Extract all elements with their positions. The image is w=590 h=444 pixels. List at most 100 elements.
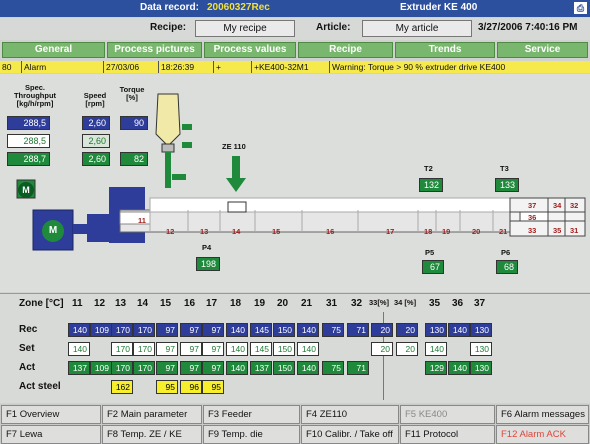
row-label-rec: Rec bbox=[19, 324, 38, 335]
zone-11: 11 bbox=[138, 216, 146, 225]
zone-header-11: 31 bbox=[326, 298, 338, 309]
machine-name: Extruder KE 400 bbox=[400, 2, 478, 13]
cell-act-35: 129 bbox=[425, 361, 447, 375]
cell-set-15[interactable]: 97 bbox=[156, 342, 178, 356]
f2-main-parameter-button[interactable]: F2 Main parameter bbox=[102, 405, 202, 424]
cell-rec-32: 71 bbox=[347, 323, 369, 337]
f3-feeder-button[interactable]: F3 Feeder bbox=[203, 405, 300, 424]
alarm-code: 80 bbox=[0, 61, 22, 73]
zone-header-2: 13 bbox=[115, 298, 127, 309]
tab-trends[interactable]: Trends bbox=[395, 42, 495, 58]
zone-14: 14 bbox=[232, 227, 241, 236]
zone-header-14: 34 [%] bbox=[394, 298, 417, 307]
f9-temp-die-button[interactable]: F9 Temp. die bbox=[203, 425, 300, 444]
f5-ke400-button[interactable]: F5 KE400 bbox=[400, 405, 495, 424]
cell-rec-17: 97 bbox=[202, 323, 224, 337]
cell-act-36: 140 bbox=[448, 361, 470, 375]
cell-rec-18: 140 bbox=[226, 323, 248, 337]
sensor-p6-label: P6 bbox=[501, 248, 511, 257]
zone-12: 12 bbox=[166, 227, 175, 236]
sensor-p6-value: 68 bbox=[496, 260, 518, 274]
zone-header-1: 12 bbox=[94, 298, 106, 309]
f12-alarm-ack-button[interactable]: F12 Alarm ACK bbox=[496, 425, 589, 444]
article-field[interactable]: My article bbox=[362, 20, 472, 37]
cell-act-14: 170 bbox=[133, 361, 155, 375]
f11-protocol-button[interactable]: F11 Protocol bbox=[400, 425, 495, 444]
temperature-table: Zone [°C] 11 12 13 14 15 16 17 18 19 20 21 31 32 33[%… bbox=[0, 293, 590, 403]
cell-set-17[interactable]: 97 bbox=[202, 342, 224, 356]
zone-header-7: 18 bbox=[230, 298, 242, 309]
cell-act-37: 130 bbox=[470, 361, 492, 375]
printer-icon[interactable]: ⎙ bbox=[574, 2, 587, 14]
cell-act-13: 170 bbox=[111, 361, 133, 375]
main-motor[interactable]: M bbox=[42, 220, 64, 242]
cell-rec-33: 20 bbox=[371, 323, 393, 337]
cell-set-21[interactable]: 140 bbox=[297, 342, 319, 356]
sensor-t3-label: T3 bbox=[500, 164, 509, 173]
alarm-date: 27/03/06 bbox=[104, 61, 159, 73]
zone-36: 36 bbox=[528, 213, 537, 222]
recipe-field[interactable]: My recipe bbox=[195, 20, 295, 37]
alarm-bar[interactable]: 80 Alarm 27/03/06 18:26:39 + +KE400-32M1… bbox=[0, 61, 590, 73]
zone-header-16: 36 bbox=[452, 298, 464, 309]
zone-header-4: 15 bbox=[160, 298, 172, 309]
f10-calibr-button[interactable]: F10 Calibr. / Take off bbox=[301, 425, 399, 444]
zone-33: 33 bbox=[528, 226, 537, 235]
f4-ze110-button[interactable]: F4 ZE110 bbox=[301, 405, 399, 424]
feeder-motor[interactable]: M bbox=[18, 182, 34, 198]
tab-bar: General Process pictures Process values … bbox=[0, 42, 590, 58]
cell-set-16[interactable]: 97 bbox=[180, 342, 202, 356]
zone-header-5: 16 bbox=[184, 298, 196, 309]
cell-set-33[interactable]: 20 bbox=[371, 342, 393, 356]
cell-set-14[interactable]: 170 bbox=[133, 342, 155, 356]
cell-rec-34: 20 bbox=[396, 323, 418, 337]
sensor-t2-value: 132 bbox=[419, 178, 443, 192]
alarm-time: 18:26:39 bbox=[159, 61, 214, 73]
cell-act-steel-13: 162 bbox=[111, 380, 133, 394]
tab-service[interactable]: Service bbox=[497, 42, 588, 58]
row-label-set: Set bbox=[19, 343, 35, 354]
cell-act-17: 97 bbox=[202, 361, 224, 375]
cell-set-13[interactable]: 170 bbox=[111, 342, 133, 356]
cell-set-37[interactable]: 130 bbox=[470, 342, 492, 356]
zone-16: 16 bbox=[326, 227, 335, 236]
cell-set-20[interactable]: 150 bbox=[273, 342, 295, 356]
cell-set-34[interactable]: 20 bbox=[396, 342, 418, 356]
zone-18: 18 bbox=[424, 227, 433, 236]
cell-act-32: 71 bbox=[347, 361, 369, 375]
process-picture: Spec. Throughput [kg/h/rpm] Speed [rpm] … bbox=[0, 74, 590, 292]
zone-20: 20 bbox=[472, 227, 481, 236]
zone-17: 17 bbox=[386, 227, 395, 236]
alarm-message: Warning: Torque > 90 % extruder drive KE… bbox=[332, 62, 506, 72]
zone-header-0: 11 bbox=[72, 298, 83, 309]
cell-set-11[interactable]: 140 bbox=[68, 342, 90, 356]
cell-act-18: 140 bbox=[226, 361, 248, 375]
recipe-bar: Recipe: My recipe Article: My article 3/… bbox=[0, 18, 590, 40]
cell-set-19[interactable]: 145 bbox=[250, 342, 272, 356]
tab-process-pictures[interactable]: Process pictures bbox=[107, 42, 202, 58]
tab-general[interactable]: General bbox=[2, 42, 105, 58]
cell-set-18[interactable]: 140 bbox=[226, 342, 248, 356]
zone-13: 13 bbox=[200, 227, 209, 236]
cell-act-steel-16: 96 bbox=[180, 380, 202, 394]
sensor-p5-label: P5 bbox=[425, 248, 435, 257]
tab-process-values[interactable]: Process values bbox=[204, 42, 296, 58]
article-label: Article: bbox=[316, 22, 351, 33]
f6-alarm-messages-button[interactable]: F6 Alarm messages bbox=[496, 405, 589, 424]
cell-act-20: 150 bbox=[273, 361, 295, 375]
zone-header-17: 37 bbox=[474, 298, 486, 309]
f8-temp-ze-ke-button[interactable]: F8 Temp. ZE / KE bbox=[102, 425, 202, 444]
zone-header-10: 21 bbox=[301, 298, 313, 309]
zone-35: 35 bbox=[553, 226, 562, 235]
tab-recipe[interactable]: Recipe bbox=[298, 42, 393, 58]
zone-34: 34 bbox=[553, 201, 562, 210]
cell-set-35[interactable]: 140 bbox=[425, 342, 447, 356]
function-key-bar: F1 Overview F2 Main parameter F3 Feeder … bbox=[0, 404, 590, 444]
alarm-type: Alarm bbox=[22, 61, 104, 73]
cell-act-12: 109 bbox=[90, 361, 112, 375]
f7-lewa-button[interactable]: F7 Lewa bbox=[1, 425, 101, 444]
alarm-flag: + bbox=[214, 61, 252, 73]
cell-act-11: 137 bbox=[68, 361, 90, 375]
cell-rec-31: 75 bbox=[322, 323, 344, 337]
f1-overview-button[interactable]: F1 Overview bbox=[1, 405, 101, 424]
